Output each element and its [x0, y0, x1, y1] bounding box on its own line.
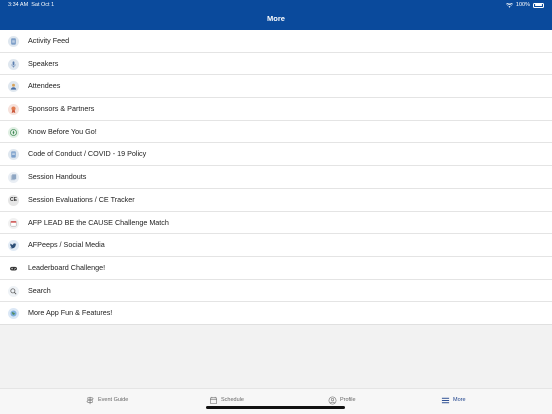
twitter-icon	[8, 240, 19, 252]
menu-item-search[interactable]: Search	[0, 280, 552, 303]
menu-item-label: Search	[28, 285, 51, 295]
search-icon	[8, 285, 19, 297]
calendar-icon	[210, 396, 217, 404]
menu-item-label: AFP LEAD BE the CAUSE Challenge Match	[28, 217, 169, 227]
page-title: More	[267, 14, 285, 23]
status-date-text: Sat Oct 1	[31, 2, 55, 8]
menu-item-label: Code of Conduct / COVID - 19 Policy	[28, 149, 147, 159]
tab-label: More	[453, 397, 466, 403]
battery-icon	[533, 2, 544, 8]
activity-feed-icon	[8, 36, 19, 47]
status-time-text: 3:34 AM	[8, 2, 29, 8]
handouts-icon	[8, 172, 19, 184]
attendees-icon	[8, 81, 19, 93]
navigation-header: 3:34 AM Sat Oct 1 100% More	[0, 0, 552, 30]
menu-item-label: Know Before You Go!	[28, 126, 97, 136]
bottom-tab-bar: Event Guide Schedule Profile More	[0, 388, 552, 414]
menu-item-activity-feed[interactable]: Activity Feed	[0, 30, 552, 53]
menu-item-speakers[interactable]: Speakers	[0, 53, 552, 76]
signpost-icon	[86, 396, 94, 404]
globe-icon	[8, 308, 19, 320]
tab-event-guide[interactable]: Event Guide	[86, 394, 128, 406]
menu-item-label: Sponsors & Partners	[28, 104, 95, 114]
award-ribbon-icon	[8, 104, 19, 116]
menu-item-afp-lead-challenge[interactable]: AFP LEAD BE the CAUSE Challenge Match	[0, 212, 552, 235]
menu-item-label: Speakers	[28, 58, 59, 68]
calendar-icon	[8, 217, 19, 229]
status-time: 3:34 AM Sat Oct 1	[8, 0, 54, 10]
menu-item-session-handouts[interactable]: Session Handouts	[0, 166, 552, 189]
gamepad-icon	[8, 262, 19, 274]
compass-icon	[8, 126, 19, 138]
menu-item-attendees[interactable]: Attendees	[0, 75, 552, 99]
tab-label: Event Guide	[98, 397, 129, 403]
home-indicator[interactable]	[206, 406, 345, 409]
menu-item-label: More App Fun & Features!	[28, 308, 113, 318]
menu-item-session-evaluations[interactable]: CE Session Evaluations / CE Tracker	[0, 189, 552, 212]
profile-icon	[328, 396, 337, 404]
status-bar: 3:34 AM Sat Oct 1 100%	[0, 0, 552, 10]
microphone-icon	[8, 58, 19, 70]
menu-item-label: Session Evaluations / CE Tracker	[28, 194, 135, 204]
menu-item-more-app-fun[interactable]: More App Fun & Features!	[0, 302, 552, 325]
tab-profile[interactable]: Profile	[328, 394, 356, 406]
document-icon	[8, 149, 19, 161]
tab-schedule[interactable]: Schedule	[209, 394, 244, 406]
menu-item-label: Attendees	[28, 81, 61, 91]
tab-more[interactable]: More	[441, 394, 466, 406]
battery-percent: 100%	[515, 2, 530, 8]
menu-item-label: Activity Feed	[28, 36, 70, 45]
more-menu-list: Activity Feed Speakers Attendees Sponsor…	[0, 30, 552, 325]
status-right: 100%	[505, 0, 544, 10]
app-window: 3:34 AM Sat Oct 1 100% More Activity Fee…	[0, 0, 552, 414]
menu-item-know-before-you-go[interactable]: Know Before You Go!	[0, 121, 552, 144]
wifi-icon	[505, 2, 513, 8]
menu-item-afpeeps-social-media[interactable]: AFPeeps / Social Media	[0, 234, 552, 257]
tab-label: Schedule	[221, 397, 244, 403]
menu-item-leaderboard-challenge[interactable]: Leaderboard Challenge!	[0, 257, 552, 280]
tab-label: Profile	[340, 397, 356, 403]
menu-item-code-of-conduct[interactable]: Code of Conduct / COVID - 19 Policy	[0, 143, 552, 167]
menu-item-sponsors-partners[interactable]: Sponsors & Partners	[0, 98, 552, 121]
ce-badge-icon: CE	[8, 194, 19, 206]
menu-item-label: AFPeeps / Social Media	[28, 240, 105, 250]
menu-lines-icon	[441, 397, 450, 403]
menu-item-label: Session Handouts	[28, 172, 87, 182]
menu-item-label: Leaderboard Challenge!	[28, 262, 106, 272]
